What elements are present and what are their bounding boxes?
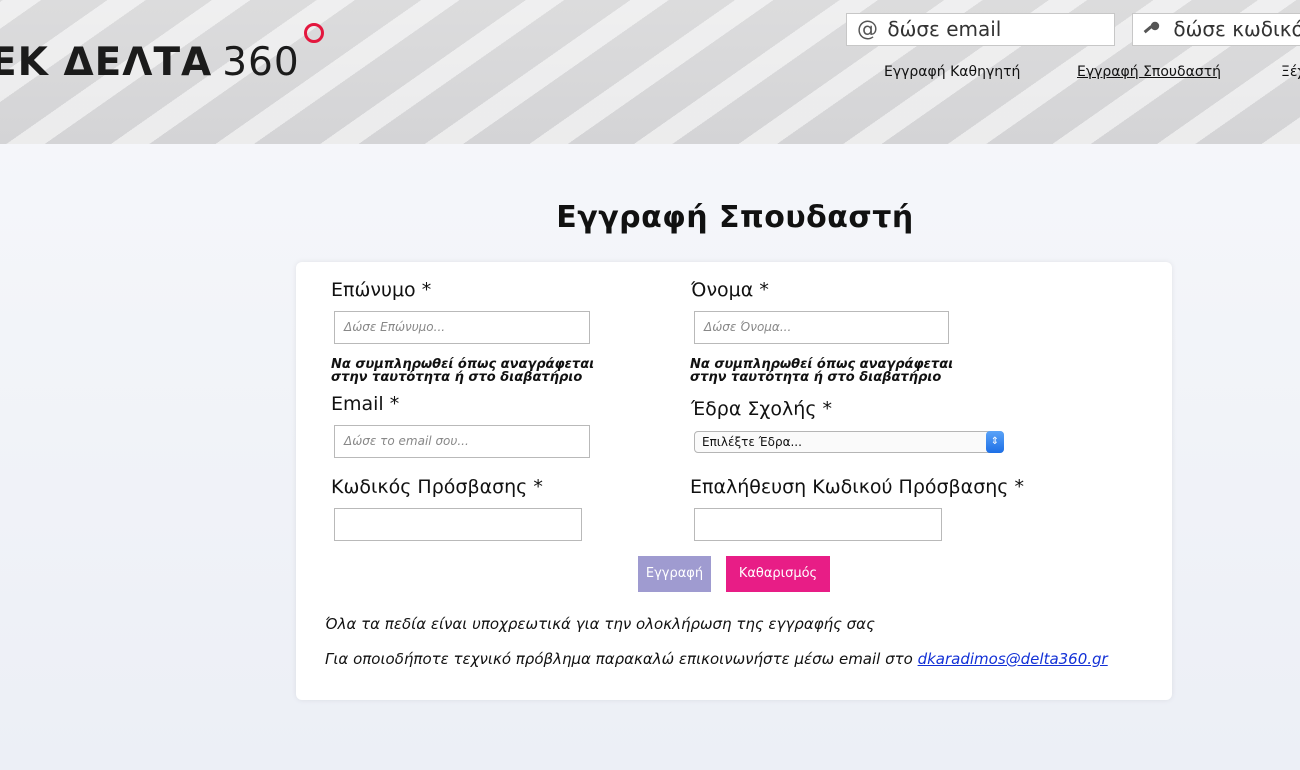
name-hint: Να συμπληρωθεί όπως αναγράφεται στην ταυ… [690,358,953,384]
select-arrows-icon: ⇕ [986,431,1004,453]
password-label: Κωδικός Πρόσβασης * [331,476,543,498]
login-email-input[interactable]: @ δώσε email [846,13,1115,46]
surname-hint: Να συμπληρωθεί όπως αναγράφεται στην ταυ… [331,358,594,384]
registration-form: Επώνυμο * Δώσε Επώνυμο... Όνομα * Δώσε Ό… [296,262,1172,700]
email-input[interactable]: Δώσε το email σου... [334,425,590,458]
site-header: ΕΚ ΔΕΛΤΑ 360 @ δώσε email δώσε κωδικό Εγγ… [0,0,1300,144]
support-email-link[interactable]: dkaradimos@delta360.gr [918,650,1108,668]
login-email-placeholder: δώσε email [887,17,1002,41]
name-hint-line2: στην ταυτότητα ή στο διαβατήριο [690,370,942,385]
name-label: Όνομα * [691,279,769,301]
page-title: Εγγραφή Σπουδαστή [556,200,914,235]
school-label: Έδρα Σχολής * [691,398,833,420]
surname-hint-line2: στην ταυτότητα ή στο διαβατήριο [331,370,583,385]
password-confirm-label: Επαλήθευση Κωδικού Πρόσβασης * [690,476,1024,498]
school-select-value: Επιλέξτε Έδρα... [702,435,802,449]
surname-label: Επώνυμο * [331,279,432,301]
support-note-text: Για οποιοδήποτε τεχνικό πρόβλημα παρακαλ… [325,650,913,668]
logo-ring-icon [304,23,324,43]
key-icon [1143,14,1167,45]
logo-text: ΕΚ ΔΕΛΤΑ [0,40,213,85]
login-password-placeholder: δώσε κωδικό [1173,17,1300,41]
nav-forgot-password-link[interactable]: Ξέχασα [1281,64,1300,80]
register-button[interactable]: Εγγραφή [638,556,711,592]
surname-input[interactable]: Δώσε Επώνυμο... [334,311,590,344]
email-label: Email * [331,393,400,415]
reset-button[interactable]: Καθαρισμός [726,556,830,592]
login-password-input[interactable]: δώσε κωδικό [1132,13,1300,46]
name-input[interactable]: Δώσε Όνομα... [694,311,949,344]
logo-number: 360 [222,40,300,85]
at-sign-icon: @ [857,17,878,41]
support-note: Για οποιοδήποτε τεχνικό πρόβλημα παρακαλ… [325,650,1108,668]
site-logo[interactable]: ΕΚ ΔΕΛΤΑ 360 [0,40,300,85]
password-input[interactable] [334,508,582,541]
required-fields-note: Όλα τα πεδία είναι υποχρεωτικά για την ο… [325,615,875,633]
school-select[interactable]: Επιλέξτε Έδρα... ⇕ [694,431,1004,453]
nav-teacher-register-link[interactable]: Εγγραφή Καθηγητή [884,64,1020,80]
nav-student-register-link[interactable]: Εγγραφή Σπουδαστή [1077,64,1221,80]
password-confirm-input[interactable] [694,508,942,541]
